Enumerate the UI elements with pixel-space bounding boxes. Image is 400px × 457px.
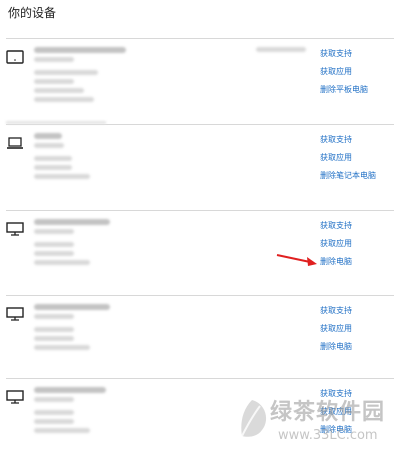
device-details-blurred	[34, 387, 106, 437]
monitor-icon	[6, 389, 26, 405]
device-details-blurred	[34, 219, 110, 269]
blurred-id	[256, 47, 306, 52]
page-title: 你的设备	[8, 6, 57, 20]
remove-laptop-link[interactable]: 删除笔记本电脑	[320, 167, 376, 185]
get-apps-link[interactable]: 获取应用	[320, 149, 376, 167]
red-arrow-annotation	[276, 254, 317, 266]
get-apps-link[interactable]: 获取应用	[320, 320, 352, 338]
watermark-text: 绿茶软件园	[270, 400, 386, 425]
device-details-blurred	[34, 304, 110, 354]
remove-tablet-link[interactable]: 删除平板电脑	[320, 81, 368, 99]
device-actions: 获取支持 获取应用 删除笔记本电脑	[320, 131, 376, 185]
get-apps-link[interactable]: 获取应用	[320, 235, 352, 253]
device-details-blurred	[34, 133, 90, 183]
remove-pc-link[interactable]: 删除电脑	[320, 253, 352, 271]
monitor-icon	[6, 306, 26, 322]
get-support-link[interactable]: 获取支持	[320, 217, 352, 235]
tablet-icon	[6, 49, 26, 65]
device-card-desktop: 获取支持 获取应用 删除电脑	[6, 210, 394, 289]
device-card-laptop: 获取支持 获取应用 删除笔记本电脑	[6, 121, 394, 203]
device-card-tablet: 获取支持 获取应用 删除平板电脑	[6, 38, 394, 117]
device-card-desktop: 获取支持 获取应用 删除电脑	[6, 295, 394, 374]
remove-pc-link[interactable]: 删除电脑	[320, 338, 352, 356]
get-apps-link[interactable]: 获取应用	[320, 63, 368, 81]
device-actions: 获取支持 获取应用 删除电脑	[320, 302, 352, 356]
leaf-logo-icon	[241, 400, 267, 437]
device-actions: 获取支持 获取应用 删除平板电脑	[320, 45, 368, 99]
get-support-link[interactable]: 获取支持	[320, 302, 352, 320]
get-support-link[interactable]: 获取支持	[320, 131, 376, 149]
watermark-url: www.33LC.com	[278, 428, 378, 443]
monitor-icon	[6, 221, 26, 237]
device-details-blurred	[34, 47, 126, 106]
laptop-icon	[6, 135, 26, 151]
device-actions: 获取支持 获取应用 删除电脑	[320, 217, 352, 271]
watermark-logo: 绿茶软件园 www.33LC.com	[232, 392, 400, 455]
get-support-link[interactable]: 获取支持	[320, 45, 368, 63]
